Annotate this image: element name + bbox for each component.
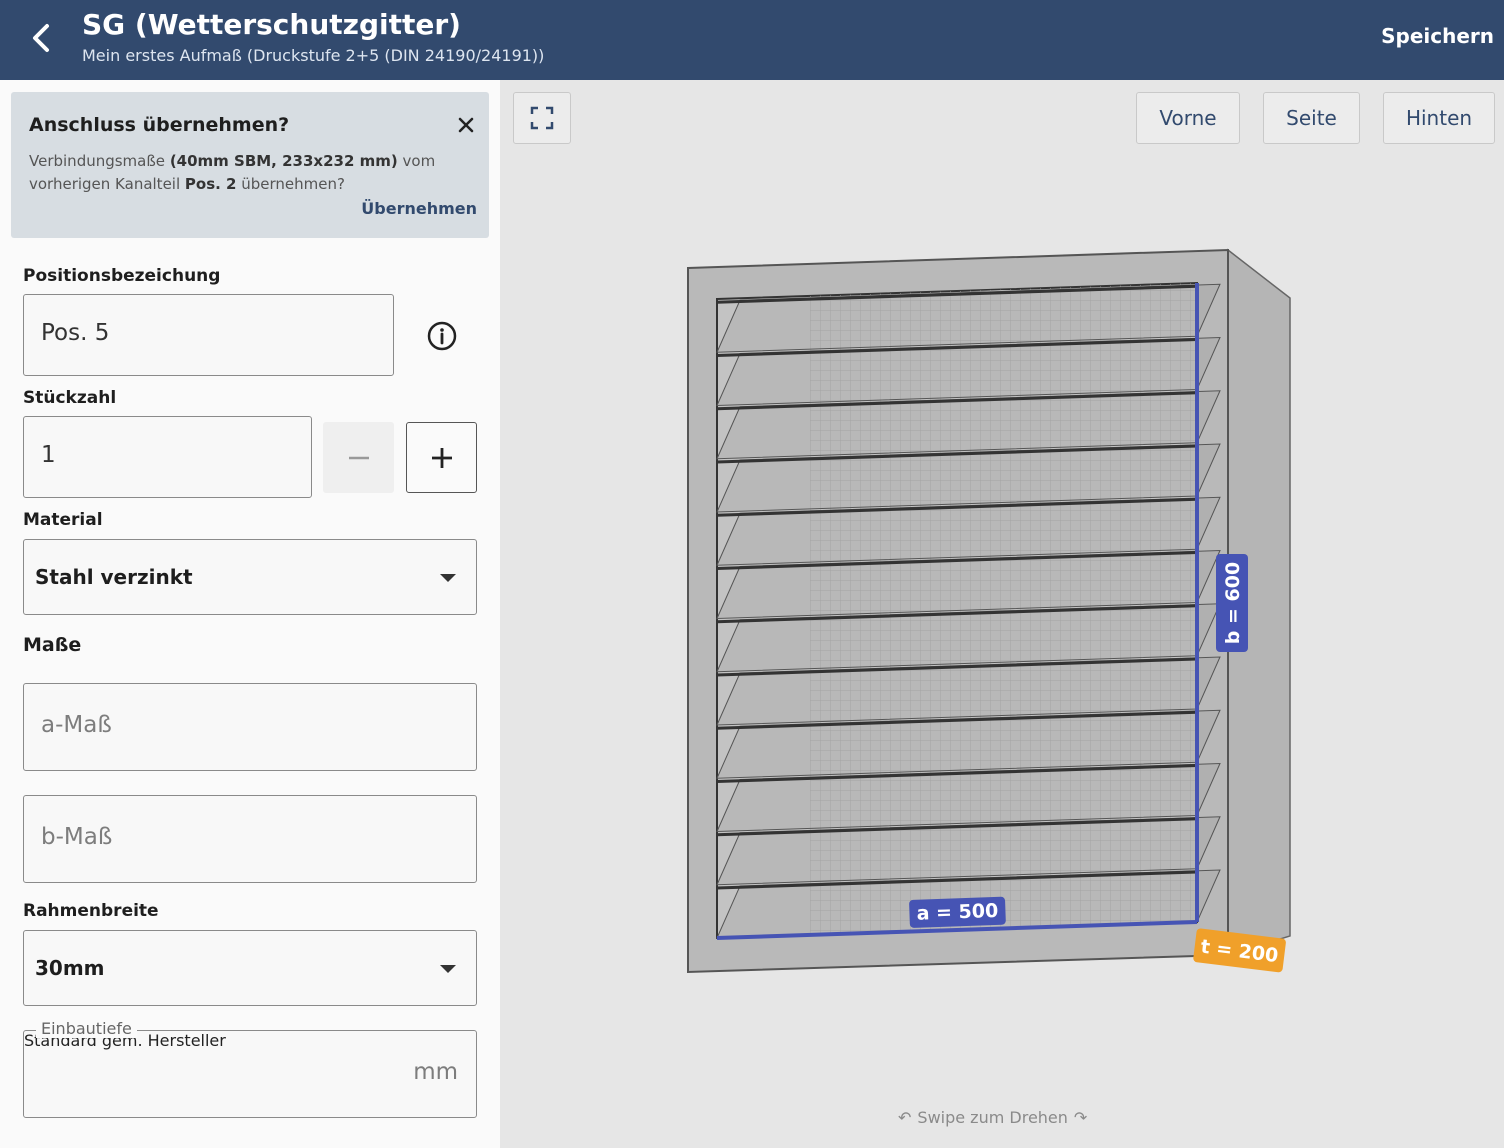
plus-icon: [431, 447, 452, 468]
a-dimension-input[interactable]: a-Maß: [23, 683, 477, 771]
fullscreen-icon: [530, 106, 554, 130]
view-back-button[interactable]: Hinten: [1383, 92, 1495, 144]
notice-title: Anschluss übernehmen?: [29, 114, 290, 136]
material-select[interactable]: Stahl verzinkt: [23, 539, 477, 615]
svg-text:a = 500: a = 500: [916, 900, 998, 925]
fullscreen-button[interactable]: [513, 92, 571, 144]
a-dimension-label: a = 500: [909, 896, 1006, 928]
minus-icon: [348, 456, 369, 459]
depth-unit: mm: [413, 1059, 458, 1085]
close-icon[interactable]: [455, 114, 477, 136]
app-bar: SG (Wetterschutzgitter) Mein erstes Aufm…: [0, 0, 1504, 80]
chevron-down-icon: [440, 574, 456, 582]
frame-width-value: 30mm: [35, 956, 105, 980]
connection-notice: Anschluss übernehmen? Verbindungsmaße (4…: [11, 92, 489, 238]
info-icon[interactable]: [426, 320, 458, 352]
grille-model: a = 500 b = 600 t = 200: [687, 248, 1291, 974]
decrement-button[interactable]: [323, 422, 394, 493]
position-label: Positionsbezeichung: [23, 266, 221, 286]
page-subtitle: Mein erstes Aufmaß (Druckstufe 2+5 (DIN …: [82, 46, 545, 65]
b-dimension-input[interactable]: b-Maß: [23, 795, 477, 883]
b-dimension-label: b = 600: [1216, 554, 1248, 652]
position-input[interactable]: Pos. 5: [23, 294, 394, 376]
count-value: 1: [41, 442, 56, 468]
depth-label: Einbautiefe: [36, 1019, 137, 1038]
rotate-right-icon: ↷: [1073, 1108, 1088, 1127]
count-input[interactable]: 1: [23, 416, 312, 498]
apply-button[interactable]: Übernehmen: [361, 199, 477, 218]
page-title: SG (Wetterschutzgitter): [82, 8, 461, 41]
back-icon[interactable]: [22, 18, 62, 58]
view-front-button[interactable]: Vorne: [1136, 92, 1240, 144]
b-placeholder: b-Maß: [41, 824, 113, 850]
svg-text:b = 600: b = 600: [1222, 562, 1244, 644]
view-side-button[interactable]: Seite: [1263, 92, 1360, 144]
form-panel: Anschluss übernehmen? Verbindungsmaße (4…: [0, 80, 500, 1148]
frame-width-label: Rahmenbreite: [23, 901, 159, 921]
count-label: Stückzahl: [23, 388, 117, 408]
dimensions-heading: Maße: [23, 634, 82, 656]
material-value: Stahl verzinkt: [35, 565, 193, 589]
rotate-left-icon: ↶: [898, 1108, 912, 1127]
swipe-hint-text: Swipe zum Drehen: [917, 1108, 1068, 1127]
frame-width-select[interactable]: 30mm: [23, 930, 477, 1006]
notice-text: Verbindungsmaße (40mm SBM, 233x232 mm) v…: [29, 152, 436, 193]
position-value: Pos. 5: [41, 320, 110, 346]
swipe-hint: ↶ Swipe zum Drehen ↷: [898, 1108, 1087, 1127]
material-label: Material: [23, 510, 103, 530]
depth-input[interactable]: Einbautiefe Standard gem. Hersteller mm: [23, 1019, 477, 1118]
chevron-down-icon: [440, 965, 456, 973]
a-placeholder: a-Maß: [41, 712, 112, 738]
increment-button[interactable]: [406, 422, 477, 493]
3d-viewer[interactable]: a = 500 b = 600 t = 200: [600, 220, 1340, 1020]
save-button[interactable]: Speichern: [1381, 24, 1494, 48]
